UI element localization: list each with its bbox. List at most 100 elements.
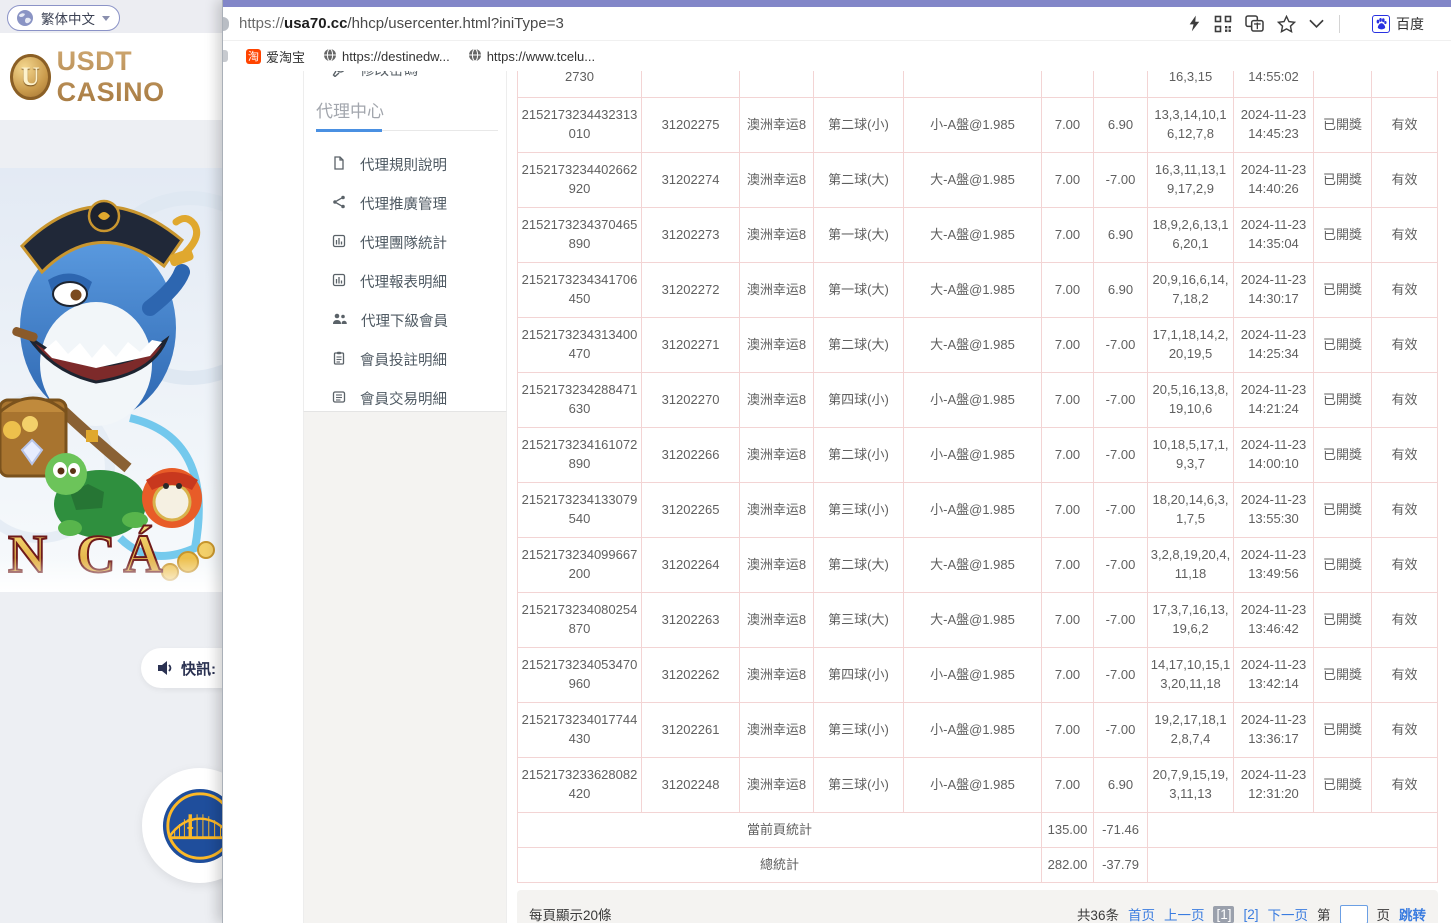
sidebar-item[interactable]: 會員投註明細 (304, 340, 506, 379)
cell-game: 澳洲幸运8 (739, 97, 814, 153)
cell-time: 2024-11-23 13:46:42 (1233, 592, 1314, 648)
bookmark-item[interactable]: 淘爱淘宝 (246, 47, 305, 66)
page-jump-input[interactable] (1339, 904, 1368, 923)
cell-time: 2024-11-23 14:40:26 (1233, 152, 1314, 208)
sidebar-item-change-password[interactable]: 修改密碼 (332, 71, 418, 80)
cell-numbers: 20,9,16,6,14,7,18,2 (1147, 262, 1234, 318)
cell-content: 大-A盤@1.985 (903, 317, 1042, 373)
sidebar-item[interactable]: 代理下級會員 (304, 301, 506, 340)
cell-winloss: 6.90 (1093, 262, 1148, 318)
cell-numbers: 17,3,7,16,13,19,6,2 (1147, 592, 1234, 648)
bookmark-item[interactable]: https://destinedw... (323, 48, 450, 65)
partial-page-icon (223, 16, 229, 31)
partial-bookmark-icon (223, 50, 228, 62)
toolbar-divider (1339, 14, 1340, 33)
stats-label: 總統計 (517, 847, 1042, 883)
cell-status: 已開獎 (1313, 97, 1372, 153)
baidu-label: 百度 (1396, 15, 1424, 32)
cell-issue: 31202263 (641, 592, 740, 648)
cell-content: 大-A盤@1.985 (903, 262, 1042, 318)
cell-status: 已開獎 (1313, 317, 1372, 373)
sidebar-item[interactable]: 會員交易明細 (304, 379, 506, 411)
qr-icon[interactable] (1214, 15, 1232, 33)
shark-banner-illustration: N CÁ (0, 168, 226, 592)
stats-empty (1147, 847, 1438, 883)
cell-time: 2024-11-23 13:36:17 (1233, 702, 1314, 758)
cell-status: 已開獎 (1313, 427, 1372, 483)
cell-valid: 有效 (1371, 647, 1438, 703)
cell-game: 澳洲幸运8 (739, 372, 814, 428)
cell-play: 第二球(大) (813, 152, 904, 208)
sidebar-item[interactable]: 代理報表明細 (304, 262, 506, 301)
cell-valid (1371, 71, 1438, 98)
cell-valid: 有效 (1371, 152, 1438, 208)
cell-play: 第四球(小) (813, 647, 904, 703)
bookmark-item[interactable]: https://www.tcelu... (468, 48, 595, 65)
cell-time: 14:55:02 (1233, 71, 1314, 98)
stats-winloss: -37.79 (1093, 847, 1148, 883)
sidebar-item[interactable]: 代理團隊統計 (304, 223, 506, 262)
lightning-icon[interactable] (1187, 14, 1201, 33)
cell-play: 第三球(小) (813, 702, 904, 758)
browser-url-bar[interactable]: https://usa70.cc/hhcp/usercenter.html?in… (223, 7, 1451, 41)
cell-numbers: 20,5,16,13,8,19,10,6 (1147, 372, 1234, 428)
stats-row: 總統計 282.00 -37.79 (517, 847, 1438, 883)
cell-winloss: 6.90 (1093, 207, 1148, 263)
cell-game: 澳洲幸运8 (739, 757, 814, 813)
cell-game: 澳洲幸运8 (739, 207, 814, 263)
sidebar-item[interactable]: 代理規則說明 (304, 145, 506, 184)
cell-winloss: -7.00 (1093, 372, 1148, 428)
sidebar-item-label: 代理下級會員 (361, 314, 448, 330)
table-row: 2152173234288471630 31202270 澳洲幸运8 第四球(小) 小-… (517, 372, 1438, 428)
table-row: 2152173234370465890 31202273 澳洲幸运8 第一球(大) 大-… (517, 207, 1438, 263)
cell-numbers: 20,7,9,15,19,3,11,13 (1147, 757, 1234, 813)
cell-winloss: -7.00 (1093, 702, 1148, 758)
language-selector[interactable]: 繁体中文 (7, 5, 120, 31)
casino-lower-area: 快訊: (0, 592, 257, 923)
sidebar-menu: 代理規則說明 代理推廣管理 代理團隊統計代理報表明細 代理下級會員會員投註明細 會員交易… (304, 145, 506, 411)
cell-content: 小-A盤@1.985 (903, 757, 1042, 813)
cell-order: 2152173234161072890 (517, 427, 642, 483)
usdt-coin-logo: U (10, 53, 51, 100)
agent-sidebar: 修改密碼 代理中心 代理規則說明 代理推廣管理 代理團隊統計 代理報表明細 代理下級會員… (303, 71, 507, 412)
spacer-strip (0, 120, 226, 168)
sidebar-item[interactable]: 代理推廣管理 (304, 184, 506, 223)
cell-numbers: 3,2,8,19,20,4,11,18 (1147, 537, 1234, 593)
cell-winloss: 6.90 (1093, 757, 1148, 813)
stats-amount: 282.00 (1041, 847, 1094, 883)
bet-records-table: 2730 16,3,15 14:55:02 2152173234432313010 31… (517, 71, 1438, 883)
cell-valid: 有效 (1371, 317, 1438, 373)
browser-title-strip (223, 0, 1451, 7)
casino-topbar: 繁体中文 (0, 0, 226, 33)
table-row: 2152173234133079540 31202265 澳洲幸运8 第三球(小) 小-… (517, 482, 1438, 538)
cell-amount: 7.00 (1041, 97, 1094, 153)
cell-play: 第三球(小) (813, 757, 904, 813)
url-text[interactable]: https://usa70.cc/hhcp/usercenter.html?in… (239, 15, 564, 32)
next-page-link[interactable]: 下一页 (1268, 904, 1309, 923)
page-link[interactable]: [2] (1243, 907, 1258, 922)
first-page-link[interactable]: 首页 (1128, 904, 1155, 923)
translate-icon[interactable] (1245, 15, 1264, 32)
cell-issue: 31202271 (641, 317, 740, 373)
baidu-shortcut[interactable]: 百度 (1372, 7, 1424, 40)
star-icon[interactable] (1277, 14, 1296, 33)
cell-game: 澳洲幸运8 (739, 592, 814, 648)
cell-play: 第二球(小) (813, 97, 904, 153)
language-label: 繁体中文 (41, 12, 95, 27)
prev-page-link[interactable]: 上一页 (1164, 904, 1205, 923)
jump-button[interactable]: 跳转 (1399, 904, 1426, 923)
cell-winloss: -7.00 (1093, 647, 1148, 703)
cell-amount: 7.00 (1041, 372, 1094, 428)
cell-order: 2152173234017744430 (517, 702, 642, 758)
cell-status: 已開獎 (1313, 152, 1372, 208)
chevron-down-icon[interactable] (1309, 19, 1324, 29)
cell-content: 小-A盤@1.985 (903, 482, 1042, 538)
browser-window: https://usa70.cc/hhcp/usercenter.html?in… (222, 0, 1451, 923)
cell-winloss: -7.00 (1093, 482, 1148, 538)
stats-label: 當前頁統計 (517, 812, 1042, 848)
cell-valid: 有效 (1371, 702, 1438, 758)
cell-issue: 31202248 (641, 757, 740, 813)
current-page[interactable]: [1] (1213, 905, 1235, 923)
cell-issue: 31202266 (641, 427, 740, 483)
sidebar-item-label: 代理報表明細 (360, 275, 447, 291)
